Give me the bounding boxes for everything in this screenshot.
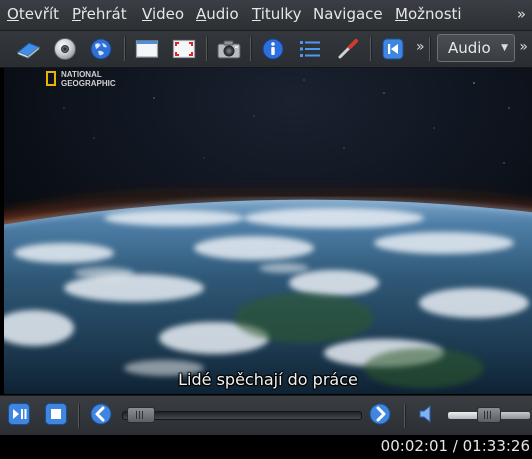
menu-titulky[interactable]: Titulky bbox=[252, 5, 301, 23]
seek-bar[interactable] bbox=[122, 411, 362, 420]
normal-view-icon bbox=[135, 39, 159, 59]
toolbar: » Audio ▼ » bbox=[0, 31, 532, 68]
open-disc-icon bbox=[53, 37, 77, 61]
mute-button[interactable] bbox=[413, 402, 441, 430]
subtitle-text: Lidé spěchají do práce bbox=[178, 370, 358, 389]
volume-icon bbox=[416, 403, 438, 429]
menu-overflow-button[interactable]: » bbox=[517, 5, 526, 23]
control-separator bbox=[78, 404, 80, 428]
control-separator bbox=[404, 404, 406, 428]
stop-button[interactable] bbox=[42, 402, 70, 430]
screenshot-icon bbox=[216, 38, 242, 60]
logo-frame-icon bbox=[46, 71, 56, 86]
preferences-icon bbox=[336, 37, 360, 61]
logo-line-1: NATIONAL bbox=[61, 70, 102, 79]
volume-handle[interactable] bbox=[477, 407, 501, 423]
toolbar-separator bbox=[250, 37, 252, 61]
control-bar bbox=[0, 395, 532, 435]
playlist-icon bbox=[298, 38, 322, 60]
status-bar: 00:02:01 / 01:33:26 bbox=[0, 435, 532, 459]
menu-otevrit[interactable]: Otevřít bbox=[7, 5, 59, 23]
toolbar-separator bbox=[124, 37, 126, 61]
forward-button[interactable] bbox=[366, 402, 394, 430]
menu-bar: Otevřít Přehrát Video Audio Titulky Navi… bbox=[0, 0, 532, 31]
audio-track-select-value: Audio bbox=[448, 39, 491, 57]
audio-track-select[interactable]: Audio ▼ bbox=[437, 34, 515, 62]
seek-handle[interactable] bbox=[127, 407, 156, 423]
screenshot-button[interactable] bbox=[215, 35, 243, 63]
menu-moznosti[interactable]: Možnosti bbox=[395, 5, 462, 23]
back-button[interactable] bbox=[379, 35, 407, 63]
fullscreen-button[interactable] bbox=[170, 35, 198, 63]
national-geographic-logo: NATIONAL GEOGRAPHIC bbox=[46, 70, 116, 88]
forward-icon bbox=[368, 402, 392, 430]
normal-view-button[interactable] bbox=[133, 35, 161, 63]
open-file-button[interactable] bbox=[14, 35, 42, 63]
menu-video[interactable]: Video bbox=[142, 5, 184, 23]
logo-line-2: GEOGRAPHIC bbox=[61, 79, 116, 88]
open-url-button[interactable] bbox=[87, 35, 115, 63]
menu-prehrat[interactable]: Přehrát bbox=[72, 5, 127, 23]
chevron-down-icon: ▼ bbox=[501, 43, 508, 53]
open-file-icon bbox=[15, 37, 41, 61]
rewind-button[interactable] bbox=[87, 402, 115, 430]
play-pause-icon bbox=[7, 402, 31, 430]
toolbar-overflow-button-2[interactable]: » bbox=[519, 39, 528, 55]
info-button[interactable] bbox=[259, 35, 287, 63]
time-display: 00:02:01 / 01:33:26 bbox=[380, 437, 530, 455]
fullscreen-icon bbox=[172, 39, 196, 59]
playlist-button[interactable] bbox=[296, 35, 324, 63]
toolbar-separator bbox=[206, 37, 208, 61]
preferences-button[interactable] bbox=[334, 35, 362, 63]
toolbar-overflow-button[interactable]: » bbox=[416, 39, 425, 55]
open-disc-button[interactable] bbox=[51, 35, 79, 63]
rewind-icon bbox=[89, 402, 113, 430]
open-url-icon bbox=[89, 37, 113, 61]
video-frame-earth bbox=[4, 68, 532, 394]
stop-icon bbox=[44, 402, 68, 430]
toolbar-separator bbox=[429, 37, 431, 61]
menu-audio[interactable]: Audio bbox=[196, 5, 239, 23]
video-display[interactable]: NATIONAL GEOGRAPHIC Lidé spěchají do prá… bbox=[4, 68, 532, 394]
info-icon bbox=[261, 37, 285, 61]
toolbar-separator bbox=[370, 37, 372, 61]
play-pause-button[interactable] bbox=[5, 402, 33, 430]
menu-navigace[interactable]: Navigace bbox=[313, 5, 383, 23]
back-icon bbox=[381, 37, 405, 61]
